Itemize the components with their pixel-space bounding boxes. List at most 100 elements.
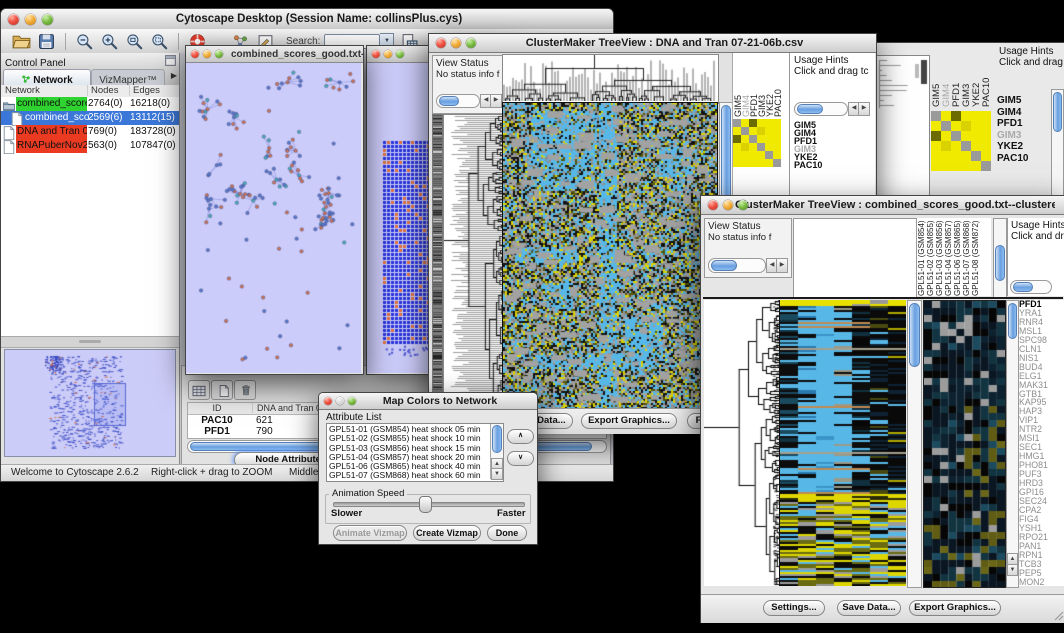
scroll-thumb[interactable] [492,425,502,453]
maximize-icon[interactable] [466,38,476,48]
column-dendrogram-area[interactable] [793,218,917,298]
close-icon[interactable] [191,50,199,58]
close-icon[interactable] [436,38,446,48]
column-header-nodes[interactable]: Nodes [87,85,118,96]
birds-eye-canvas[interactable] [5,350,175,456]
similarity-matrix-zoom[interactable] [931,111,991,171]
zoom-out-icon[interactable] [75,33,94,50]
animate-vizmap-button[interactable]: Animate Vizmap [333,525,407,541]
network-canvas[interactable] [186,63,361,373]
save-data-button[interactable]: Save Data... [837,600,901,616]
list-vscrollbar[interactable]: ▲ ▼ [490,424,503,479]
row-label: GIM5 [794,121,822,129]
tab-network[interactable]: Network [3,69,91,85]
column-header-edges[interactable]: Edges [129,85,160,96]
maximize-icon[interactable] [42,14,53,25]
scroll-right-icon[interactable]: ▶ [858,102,870,116]
maximize-icon[interactable] [215,50,223,58]
heatmap-canvas[interactable] [502,102,718,409]
row-dendrogram-canvas[interactable] [704,300,779,586]
create-vizmap-button[interactable]: Create Vizmap [413,525,481,541]
network1-titlebar[interactable]: combined_scores_good.txt--cluste... [186,46,363,63]
close-icon[interactable] [8,14,19,25]
move-up-button[interactable]: ∧ [507,429,534,444]
delete-attribute-icon[interactable] [234,380,256,400]
tab-overflow-icon[interactable]: ▶ [171,71,177,80]
export-graphics-button[interactable]: Export Graphics... [581,413,677,429]
scroll-thumb[interactable] [995,245,1005,281]
close-icon[interactable] [708,200,718,210]
hints-hscrollbar[interactable] [1010,280,1052,294]
done-button[interactable]: Done [487,525,527,541]
maximize-icon[interactable] [348,397,356,405]
maximize-icon[interactable] [396,50,404,58]
attribute-list-item[interactable]: GPL51-07 (GSM868) heat shock 60 min [329,471,489,480]
minimize-icon[interactable] [336,397,344,405]
scroll-thumb[interactable] [1008,303,1017,339]
row-dendrogram-canvas[interactable] [443,114,504,409]
dialog-titlebar[interactable]: Map Colors to Network [319,393,537,410]
close-icon[interactable] [372,50,380,58]
global-overview-strip[interactable] [432,114,443,409]
close-icon[interactable] [324,397,332,405]
slider-thumb[interactable] [419,496,432,513]
scroll-down-icon[interactable]: ▼ [491,468,503,480]
new-attribute-icon[interactable] [211,380,233,400]
zoom-heatmap-canvas[interactable] [923,300,1006,588]
status-hscrollbar[interactable] [436,94,480,108]
float-panel-icon[interactable] [164,54,177,67]
scroll-thumb[interactable] [439,96,459,106]
scroll-thumb[interactable] [909,303,920,367]
scroll-down-icon[interactable]: ▼ [1007,564,1018,576]
document-icon [3,126,15,138]
treeview2-titlebar[interactable]: ClusterMaker TreeView : combined_scores_… [701,196,1064,215]
zoom-selected-region-icon[interactable] [150,33,169,50]
panel-divider[interactable] [1,336,179,348]
similarity-matrix-zoom[interactable] [733,119,781,167]
settings-button[interactable]: Settings... [763,600,825,616]
open-folder-icon[interactable] [12,33,31,50]
row-dendrogram-canvas[interactable] [877,56,929,206]
tab-vizmapper[interactable]: VizMapper™ [91,69,165,85]
heatmap-vscrollbar[interactable] [907,300,922,588]
maximize-icon[interactable] [738,200,748,210]
network-tree-row[interactable]: combined_sco2569(6)13112(15) [1,111,179,125]
minimize-icon[interactable] [203,50,211,58]
zoom-fit-icon[interactable] [125,33,144,50]
network-tree-row[interactable]: RNAPuberNov2+I563(0)107847(0) [1,139,179,153]
labels-hscrollbar[interactable] [794,102,848,116]
scroll-thumb[interactable] [1053,92,1062,132]
status-hscrollbar[interactable] [708,258,766,273]
row-label: PFD1 [794,137,822,145]
label-vscrollbar[interactable] [1051,89,1064,207]
treeview1-titlebar[interactable]: ClusterMaker TreeView : DNA and Tran 07-… [429,34,876,53]
scroll-thumb[interactable] [1013,282,1033,292]
minimize-icon[interactable] [451,38,461,48]
minimize-icon[interactable] [723,200,733,210]
network-tree-row[interactable]: combined_scores2764(0)16218(0) [1,97,179,111]
minimize-icon[interactable] [384,50,392,58]
label-vscrollbar[interactable]: ▲ ▼ [1006,300,1019,588]
resize-grip-icon[interactable] [1052,609,1064,621]
export-graphics-button[interactable]: Export Graphics... [909,600,1001,616]
scroll-thumb[interactable] [797,104,823,114]
move-down-button[interactable]: ∨ [507,451,534,466]
id-column-header[interactable]: ID [188,403,246,413]
scroll-thumb[interactable] [711,260,737,271]
save-icon[interactable] [37,33,56,50]
scroll-right-icon[interactable]: ▶ [490,94,502,108]
column-header-network[interactable]: Network [5,85,40,96]
heatmap-canvas[interactable] [779,300,906,586]
row-label: CPA2 [1019,506,1064,515]
main-titlebar[interactable]: Cytoscape Desktop (Session Name: collins… [1,9,613,30]
attribute-table-icon[interactable] [188,380,210,400]
row-label: GTB1 [1019,390,1064,399]
minimize-icon[interactable] [25,14,36,25]
matrix-cell [757,127,765,135]
scroll-right-icon[interactable]: ▶ [776,258,788,273]
birds-eye-view[interactable] [4,349,176,457]
zoom-in-icon[interactable] [100,33,119,50]
column-dendrogram-canvas[interactable] [503,55,716,101]
network-tree-row[interactable]: DNA and Tran 07769(0)183728(0) [1,125,179,139]
column-label-vscrollbar[interactable] [993,218,1007,298]
